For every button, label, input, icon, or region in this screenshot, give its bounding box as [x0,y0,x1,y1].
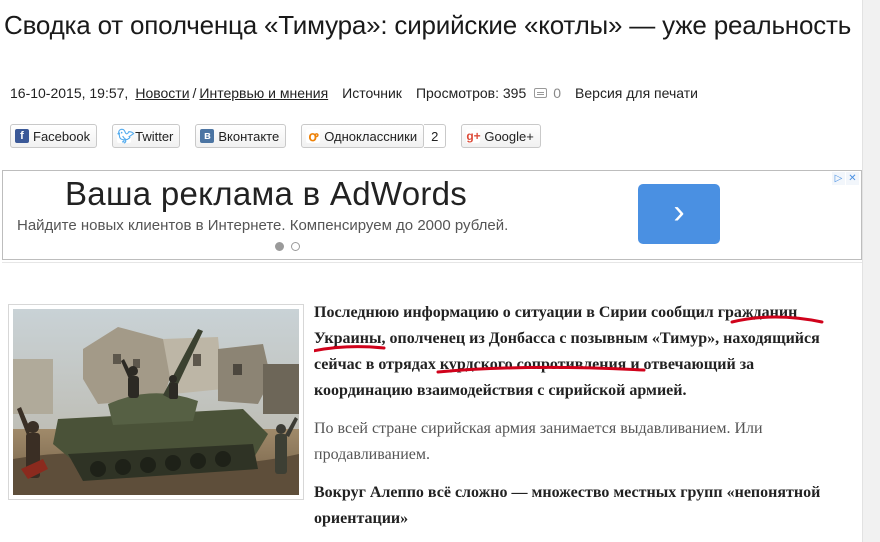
comment-icon [534,88,548,98]
share-googleplus-label: Google+ [484,128,534,144]
ad-text[interactable]: Найдите новых клиентов в Интернете. Комп… [17,217,508,234]
share-buttons: f Facebook 🐦︎ Twitter в Вконтакте ꝍ Одно… [10,124,556,148]
ad-slide-dot[interactable] [291,242,300,251]
ad-next-button[interactable]: › [638,184,720,244]
odnoklassniki-icon: ꝍ [306,129,321,143]
article-paragraph-3: Вокруг Алеппо всё сложно — множество мес… [314,484,821,527]
share-vkontakte-label: Вконтакте [218,128,280,144]
googleplus-icon: g+ [466,129,481,143]
tank-photo [13,309,299,495]
article-photo [8,304,304,500]
view-count: Просмотров: 395 [415,85,527,101]
article-body: Последнюю информацию о ситуации в Сирии … [314,300,844,542]
category-link-interviews[interactable]: Интервью и мнения [199,85,328,101]
category-link-news[interactable]: Новости [135,85,189,101]
facebook-icon: f [15,129,29,143]
article-title: Сводка от ополченца «Тимура»: сирийские … [4,10,852,40]
share-facebook-button[interactable]: f Facebook [10,124,98,148]
share-twitter-label: Twitter [135,128,174,144]
ad-slide-dots [275,242,307,251]
article-meta: 16-10-2015, 19:57, Новости / Интервью и … [10,85,698,101]
share-odnoklassniki-label: Одноклассники [324,128,418,144]
page-scrollbar[interactable] [862,0,880,542]
comment-count[interactable]: 0 [553,85,561,101]
print-version-link[interactable]: Версия для печати [575,85,698,101]
vkontakte-icon: в [200,129,215,143]
content-divider [2,262,862,263]
share-vkontakte-button[interactable]: в Вконтакте [195,124,287,148]
odnoklassniki-share-count: 2 [424,124,447,148]
ad-slide-dot-active[interactable] [275,242,284,251]
adchoices-icon[interactable]: ▷ [832,172,845,185]
share-googleplus-button[interactable]: g+ Google+ [461,124,541,148]
category-separator: / [192,85,197,101]
article-date: 16-10-2015, 19:57, [10,85,129,101]
ad-close-icon[interactable]: ✕ [846,172,859,185]
share-twitter-button[interactable]: 🐦︎ Twitter [112,124,181,148]
ad-headline[interactable]: Ваша реклама в AdWords [65,175,467,213]
ad-choices[interactable]: ▷ ✕ [831,172,859,185]
twitter-icon: 🐦︎ [117,128,135,144]
share-odnoklassniki-button[interactable]: ꝍ Одноклассники [301,124,425,148]
article-paragraph-2: По всей стране сирийская армия занимаетс… [314,420,763,463]
share-facebook-label: Facebook [33,128,91,144]
article-paragraph-lead: Последнюю информацию о ситуации в Сирии … [314,300,844,404]
source-link[interactable]: Источник [342,85,402,101]
adwords-banner[interactable]: Ваша реклама в AdWords Найдите новых кли… [2,170,862,260]
